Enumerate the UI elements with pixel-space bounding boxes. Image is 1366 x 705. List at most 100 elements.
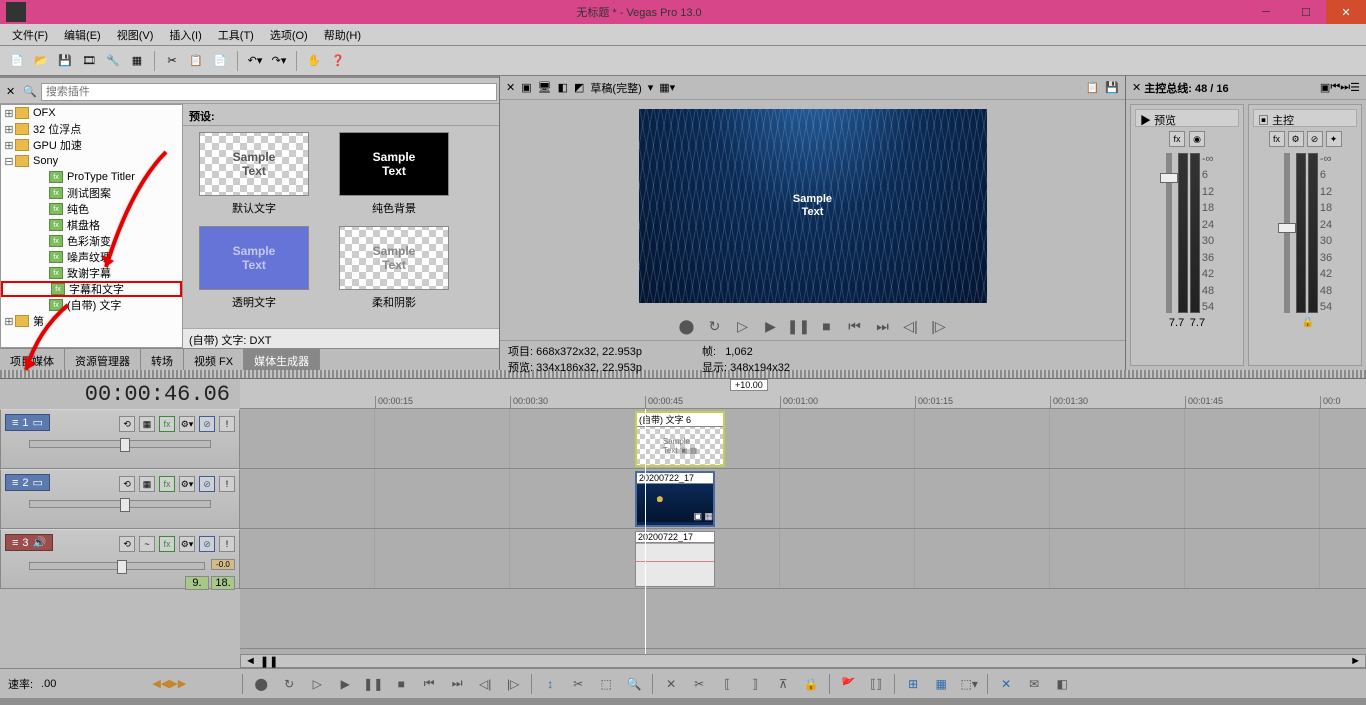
auto-ripple-button[interactable]: ⬚▾ <box>959 674 979 694</box>
tab-project-media[interactable]: 项目媒体 <box>0 349 65 370</box>
menu-help[interactable]: 帮助(H) <box>316 24 369 46</box>
play-from-start-button[interactable]: ▷ <box>734 317 752 335</box>
audio-clip[interactable]: 20200722_17 <box>635 531 715 587</box>
cut-button[interactable]: ✂ <box>689 674 709 694</box>
cut-button[interactable]: ✂ <box>161 50 183 72</box>
video-track-1-header[interactable]: ≡1▭ ⟲ ▦ fx ⚙▾ ⊘ ! <box>0 409 240 469</box>
pause-button[interactable]: ❚❚ <box>790 317 808 335</box>
marker-button[interactable]: 🚩 <box>838 674 858 694</box>
record-button[interactable]: ⬤ <box>678 317 696 335</box>
mixer-icon[interactable]: ⏭ <box>1340 81 1350 94</box>
go-start-button[interactable]: ⏮ <box>419 674 439 694</box>
vol-slider[interactable] <box>29 562 205 570</box>
quality-dropdown-icon[interactable]: ▾ <box>648 81 654 94</box>
lock-env-button[interactable]: ✉ <box>1024 674 1044 694</box>
loop-button[interactable]: ↻ <box>279 674 299 694</box>
tree-item-selected[interactable]: (自带) 文字 <box>67 297 121 313</box>
preview-fader[interactable] <box>1166 153 1172 313</box>
solo-icon[interactable]: ! <box>219 416 235 432</box>
tree-item[interactable]: ProType Titler <box>67 171 135 183</box>
menu-edit[interactable]: 编辑(E) <box>56 24 109 46</box>
next-frame-button[interactable]: |▷ <box>503 674 523 694</box>
tree-ofx[interactable]: OFX <box>33 107 56 119</box>
trim-start-button[interactable]: ✕ <box>661 674 681 694</box>
record-button[interactable]: ⬤ <box>251 674 271 694</box>
go-end-button[interactable]: ⏭ <box>874 317 892 335</box>
snap-grid-button[interactable]: ▦ <box>931 674 951 694</box>
dim-icon[interactable]: ✦ <box>1326 131 1342 147</box>
solo-icon[interactable]: ! <box>219 476 235 492</box>
maximize-button[interactable]: ☐ <box>1286 0 1326 24</box>
loop-button[interactable]: ↻ <box>706 317 724 335</box>
plugin-tree[interactable]: ⊞OFX ⊞32 位浮点 ⊞GPU 加速 ⊟Sony fxProType Tit… <box>0 104 183 348</box>
mixer-icon[interactable]: ☰ <box>1350 81 1360 94</box>
mixer-icon[interactable]: ⏮ <box>1330 81 1340 94</box>
mixer-icon[interactable]: ▣ <box>1320 81 1330 94</box>
track-motion-icon[interactable]: ▦ <box>139 476 155 492</box>
snap-button[interactable]: ⊞ <box>903 674 923 694</box>
master-fader[interactable] <box>1284 153 1290 313</box>
copy-button[interactable]: 📋 <box>185 50 207 72</box>
next-frame-button[interactable]: |▷ <box>930 317 948 335</box>
preview-overlay-icon[interactable]: ▦▾ <box>659 81 675 94</box>
tab-media-generators[interactable]: 媒体生成器 <box>244 349 320 370</box>
tree-item[interactable]: 致谢字幕 <box>67 265 111 281</box>
mute-icon[interactable]: ⊘ <box>199 476 215 492</box>
play-start-button[interactable]: ▷ <box>307 674 327 694</box>
touch-button[interactable]: ✋ <box>303 50 325 72</box>
level-slider[interactable] <box>29 440 211 448</box>
automation-icon[interactable]: ⚙▾ <box>179 536 195 552</box>
stop-button[interactable]: ■ <box>818 317 836 335</box>
preset-transparent[interactable]: Sample Text 透明文字 <box>189 226 319 310</box>
fx-icon[interactable]: fx <box>1169 131 1185 147</box>
selection-tool[interactable]: ⬚ <box>596 674 616 694</box>
video-track-2-header[interactable]: ≡2▭ ⟲ ▦ fx ⚙▾ ⊘ ! <box>0 469 240 529</box>
stop-button[interactable]: ■ <box>391 674 411 694</box>
render-button[interactable]: 🎞 <box>78 50 100 72</box>
lane-2[interactable]: 20200722_17 ▣ ▦ <box>240 469 1366 529</box>
automation-icon[interactable]: ⚙▾ <box>179 476 195 492</box>
mute-icon[interactable]: ◉ <box>1189 131 1205 147</box>
tree-item[interactable]: 纯色 <box>67 201 89 217</box>
preview-ext-icon[interactable]: 🖥 <box>538 81 552 94</box>
undo-button[interactable]: ↶▾ <box>244 50 266 72</box>
tab-video-fx[interactable]: 视频 FX <box>184 349 244 370</box>
tree-item[interactable]: 棋盘格 <box>67 217 100 233</box>
tree-folder[interactable]: 第 <box>33 313 44 329</box>
close-mixer-icon[interactable]: ✕ <box>1132 81 1141 94</box>
go-start-button[interactable]: ⏮ <box>846 317 864 335</box>
close-button[interactable]: ✕ <box>1326 0 1366 24</box>
pause-button[interactable]: ❚❚ <box>363 674 383 694</box>
lane-1[interactable]: (自带) 文字 6 SampleText ▣ ▦ <box>240 409 1366 469</box>
mute-icon[interactable]: ⊘ <box>199 416 215 432</box>
mute-icon[interactable]: ⊘ <box>199 536 215 552</box>
redo-button[interactable]: ↷▾ <box>268 50 290 72</box>
bypass-icon[interactable]: ⟲ <box>119 536 135 552</box>
track-fx-icon[interactable]: fx <box>159 536 175 552</box>
invert-icon[interactable]: ~ <box>139 536 155 552</box>
tree-item[interactable]: 测试图案 <box>67 185 111 201</box>
envelope-tool[interactable]: ✂ <box>568 674 588 694</box>
text-clip[interactable]: (自带) 文字 6 SampleText ▣ ▦ <box>635 411 725 467</box>
search-input[interactable] <box>41 83 497 101</box>
mute-icon[interactable]: ⊘ <box>1307 131 1323 147</box>
trim-button[interactable]: ⟧ <box>745 674 765 694</box>
go-end-button[interactable]: ⏭ <box>447 674 467 694</box>
bypass-icon[interactable]: ⟲ <box>119 416 135 432</box>
preset-solid[interactable]: Sample Text 纯色背景 <box>329 132 459 216</box>
open-button[interactable]: 📂 <box>30 50 52 72</box>
fx-icon[interactable]: fx <box>1269 131 1285 147</box>
preview-quality-icon[interactable]: ◩ <box>574 81 584 94</box>
what-button[interactable]: ❓ <box>327 50 349 72</box>
opts-icon[interactable]: ⚙ <box>1288 131 1304 147</box>
tree-item[interactable]: 噪声纹理 <box>67 249 111 265</box>
playhead[interactable] <box>645 409 646 654</box>
close-panel-icon[interactable]: ✕ <box>2 85 19 98</box>
preview-save-icon[interactable]: 💾 <box>1105 81 1119 94</box>
preset-default[interactable]: Sample Text 默认文字 <box>189 132 319 216</box>
track-fx-icon[interactable]: fx <box>159 476 175 492</box>
preview-quality-label[interactable]: 草稿(完整) <box>590 80 641 96</box>
level-slider[interactable] <box>29 500 211 508</box>
prev-frame-button[interactable]: ◁| <box>475 674 495 694</box>
close-preview-icon[interactable]: ✕ <box>506 81 515 94</box>
